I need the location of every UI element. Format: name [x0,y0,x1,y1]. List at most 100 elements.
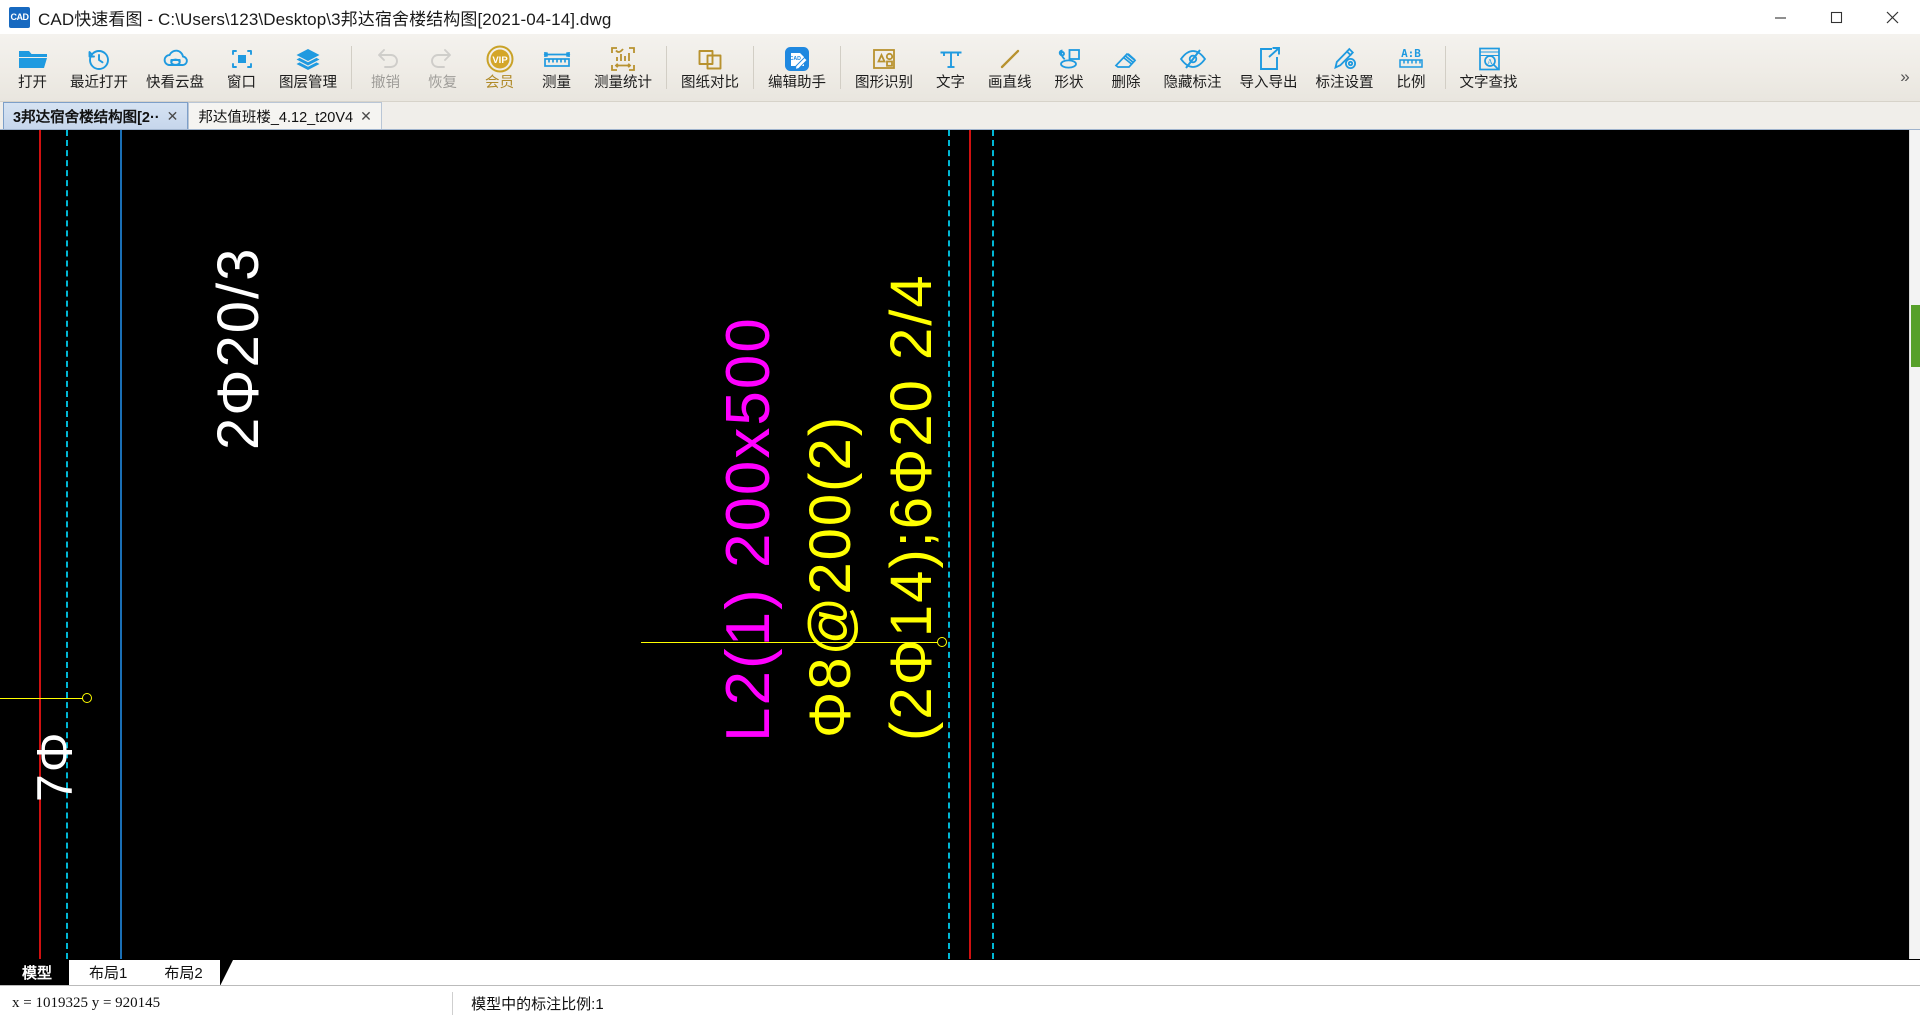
vertical-scrollbar-thumb[interactable] [1911,305,1920,367]
toolbar-button-label: 窗口 [227,75,256,92]
vertical-scrollbar[interactable] [1909,130,1920,959]
measure-stats-icon [608,44,638,74]
toolbar-button-text-tool[interactable]: 文字 [922,34,979,101]
toolbar-button-cad-edit-assistant[interactable]: CAD 编辑助手 [759,34,835,101]
toolbar-button-annotation-settings[interactable]: 标注设置 [1307,34,1383,101]
toolbar-button-label: 画直线 [988,75,1032,92]
toolbar-button-label: 图纸对比 [681,75,739,92]
title-bar: CAD CAD快速看图 - C:\Users\123\Desktop\3邦达宿舍… [0,0,1920,34]
toolbar-button-label: 测量 [542,75,571,92]
compare-drawings-icon [695,44,725,74]
toolbar-button-label: 隐藏标注 [1163,75,1222,92]
toolbar-button-label: 测量统计 [594,75,652,92]
grid-line-cyan-a [66,130,68,959]
layout-tab[interactable]: 布局1 [69,960,158,986]
toolbar-overflow-button[interactable]: » [1890,34,1920,101]
shape-draw-icon [1054,44,1084,74]
cursor-coordinates: x = 1019325 y = 920145 [12,994,161,1011]
toolbar-button-label: 删除 [1111,75,1141,92]
toolbar-button-label: 文字 [936,75,965,92]
svg-text:A: A [1487,57,1493,66]
document-tab[interactable]: 邦达值班楼_4.12_t20V4 ✕ [188,102,382,129]
toolbar-button-folder-open[interactable]: 打开 [4,34,61,101]
close-icon[interactable]: ✕ [359,108,373,125]
toolbar-button-label: 恢复 [428,75,457,92]
cad-drawing-area[interactable]: L2(1) 200x500 Φ8@200(2) (2Φ14);6Φ20 2/4 … [0,130,1920,959]
window-title: CAD快速看图 - C:\Users\123\Desktop\3邦达宿舍楼结构图… [38,9,612,29]
grid-line-cyan-b [120,130,122,959]
close-icon[interactable]: ✕ [166,108,180,125]
import-export-icon [1254,44,1284,74]
eraser-icon [1111,44,1141,74]
drawing-canvas[interactable]: L2(1) 200x500 Φ8@200(2) (2Φ14);6Φ20 2/4 … [0,130,1920,959]
draw-line-icon [995,44,1025,74]
toolbar-button-label: 比例 [1396,75,1426,92]
toolbar-separator [666,46,667,89]
toolbar-separator [753,46,754,89]
toolbar-button-measure-stats[interactable]: 测量统计 [585,34,661,101]
minimize-button[interactable] [1752,0,1808,34]
document-tab-bar: 3邦达宿舍楼结构图[2·· ✕ 邦达值班楼_4.12_t20V4 ✕ [0,102,1920,130]
toolbar-button-label: 打开 [18,75,47,92]
app-logo-icon: CAD [9,6,30,28]
cad-annotation-upper-left: 2Φ20/3 [206,246,271,450]
toolbar-button-label: 撤销 [371,75,400,92]
cad-annotation-stirrup: Φ8@200(2) [798,414,863,738]
toolbar-button-vip-badge[interactable]: VIP 会员 [471,34,528,101]
toolbar-button-shape-draw[interactable]: 形状 [1041,34,1098,101]
toolbar-button-compare-drawings[interactable]: 图纸对比 [672,34,748,101]
cad-annotation-rebar: (2Φ14);6Φ20 2/4 [879,273,944,741]
vip-badge-icon: VIP [485,44,515,74]
layout-tab[interactable]: 模型 [0,960,83,986]
toolbar-button-cloud-disk[interactable]: 快看云盘 [137,34,213,101]
toolbar-button-label: 导入导出 [1239,75,1298,92]
toolbar-button-text-search[interactable]: A 文字查找 [1451,34,1527,101]
toolbar-button-label: 文字查找 [1459,75,1518,92]
redo-arrow-icon [428,44,458,74]
measure-ruler-icon [541,44,573,74]
grid-line-cyan-d [992,130,994,959]
layout-tab[interactable]: 布局2 [144,960,234,986]
layout-tab-bar: 模型 布局1 布局2 [0,959,1920,986]
toolbar-button-layers[interactable]: 图层管理 [270,34,346,101]
grid-line-cyan-c [948,130,950,959]
toolbar-button-label: 图层管理 [279,75,337,92]
cloud-disk-icon [160,44,190,74]
svg-text:A:B: A:B [1401,47,1421,60]
toolbar-button-shape-recognize[interactable]: 图形识别 [846,34,922,101]
toolbar-button-recent-clock[interactable]: 最近打开 [61,34,137,101]
toolbar-button-window-frame[interactable]: 窗口 [213,34,270,101]
application-window: CAD CAD快速看图 - C:\Users\123\Desktop\3邦达宿舍… [0,0,1920,1020]
window-controls [1752,0,1920,34]
status-bar: x = 1019325 y = 920145 模型中的标注比例:1 [0,985,1920,1020]
text-tool-icon [936,44,966,74]
layers-icon [293,44,323,74]
grid-line-red-right [969,130,971,959]
undo-arrow-icon [371,44,401,74]
toolbar-button-label: 图形识别 [855,75,913,92]
window-frame-icon [227,44,257,74]
toolbar-button-import-export[interactable]: 导入导出 [1231,34,1307,101]
toolbar-button-measure-ruler[interactable]: 测量 [528,34,585,101]
toolbar-separator [840,46,841,89]
close-button[interactable] [1864,0,1920,34]
cad-annotation-beam-size: L2(1) 200x500 [714,316,783,742]
toolbar-button-scale-ratio[interactable]: A:B 比例 [1383,34,1440,101]
grid-line-red-left [39,130,41,959]
toolbar-button-label: 最近打开 [70,75,128,92]
svg-text:VIP: VIP [492,55,508,66]
main-toolbar: 打开 最近打开 快看云盘 窗口 图层管理 撤销 恢复 VIP 会员 测量 测量统计 图纸对比 CAD 编辑… [0,34,1920,102]
toolbar-button-hide-annotation-eye[interactable]: 隐藏标注 [1155,34,1231,101]
hide-annotation-eye-icon [1177,44,1209,74]
scale-ratio-icon: A:B [1395,44,1427,74]
maximize-button[interactable] [1808,0,1864,34]
toolbar-button-draw-line[interactable]: 画直线 [979,34,1041,101]
toolbar-separator [351,46,352,89]
recent-clock-icon [84,44,114,74]
document-tab-label: 邦达值班楼_4.12_t20V4 [198,109,354,126]
toolbar-button-eraser[interactable]: 删除 [1098,34,1155,101]
document-tab[interactable]: 3邦达宿舍楼结构图[2·· ✕ [3,102,189,129]
folder-open-icon [17,44,49,74]
toolbar-button-label: 标注设置 [1315,75,1374,92]
toolbar-button-label: 编辑助手 [768,75,826,92]
